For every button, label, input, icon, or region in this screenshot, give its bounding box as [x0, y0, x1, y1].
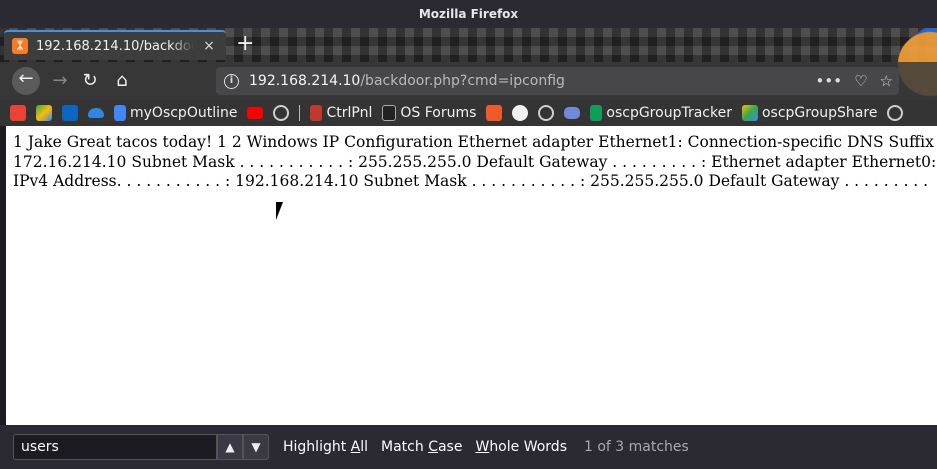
- drive-icon: [741, 105, 758, 121]
- discord-icon: [564, 107, 581, 119]
- bookmark-github[interactable]: [512, 105, 529, 121]
- bookmark-label: CtrlPnl: [326, 105, 373, 121]
- match-case-accesskey: C: [428, 439, 438, 455]
- youtube-icon: [247, 107, 264, 119]
- pocket-icon[interactable]: ♡: [854, 72, 867, 90]
- outlook-icon: [62, 105, 78, 121]
- bookmark-oscpgrouptracker[interactable]: oscpGroupTracker: [590, 105, 732, 121]
- highlight-all-toggle[interactable]: Highlight All: [283, 439, 368, 455]
- bookmark-youtube[interactable]: [247, 107, 264, 119]
- command-output: 1 Jake Great tacos today! 1 2 Windows IP…: [13, 133, 937, 192]
- new-tab-button[interactable]: +: [236, 33, 254, 55]
- url-host: 192.168.214.10: [249, 73, 361, 89]
- window-title: Mozilla Firefox: [418, 7, 519, 21]
- bookmark-label: oscpGroupShare: [761, 105, 878, 121]
- globe-icon: [538, 105, 555, 121]
- bookmark-ctrlpnl[interactable]: CtrlPnl: [310, 105, 372, 121]
- close-icon[interactable]: ×: [202, 38, 216, 54]
- gmail-icon: [10, 105, 26, 121]
- offsec-icon: [382, 105, 397, 121]
- xampp-icon: ᛯ: [12, 38, 28, 54]
- bookmark-label: OS Forums: [400, 105, 477, 121]
- bookmark-globe[interactable]: [538, 105, 555, 121]
- highlight-all-label: Highlight: [283, 439, 351, 455]
- output-line: IPv4 Address. . . . . . . . . . . : 192.…: [13, 172, 929, 190]
- page-actions-icon[interactable]: •••: [816, 72, 843, 90]
- url-bar[interactable]: i 192.168.214.10 /backdoor.php?cmd=ipcon…: [216, 67, 899, 95]
- bookmark-bolt[interactable]: [486, 105, 503, 121]
- bookmark-oscpgroupshare[interactable]: oscpGroupShare: [741, 105, 878, 121]
- drive-icon: [36, 105, 52, 121]
- back-button[interactable]: ←: [12, 67, 40, 95]
- url-path: /backdoor.php?cmd=ipconfig: [360, 73, 565, 89]
- bookmark-star-icon[interactable]: ☆: [880, 72, 893, 90]
- page-content: 1 Jake Great tacos today! 1 2 Windows IP…: [6, 126, 937, 425]
- bookmark-globe[interactable]: [887, 105, 904, 121]
- ctrlpnl-icon: [310, 105, 323, 121]
- bookmark-globe[interactable]: [273, 105, 290, 121]
- bookmark-discord[interactable]: [564, 107, 581, 119]
- bookmark-label: oscpGroupTracker: [606, 105, 732, 121]
- tab-strip: ᛯ 192.168.214.10/backdoor.php?cmd=ipconf…: [0, 28, 937, 148]
- sheets-icon: [590, 105, 603, 121]
- tab-active[interactable]: ᛯ 192.168.214.10/backdoor.php?cmd=ipconf…: [4, 30, 226, 60]
- bookmark-label: myOscpOutline: [130, 105, 238, 121]
- whole-words-label: hole Words: [489, 439, 567, 455]
- output-line: 1 Jake Great tacos today! 1 2 Windows IP…: [13, 133, 937, 151]
- bookmark-os-forums[interactable]: OS Forums: [382, 105, 476, 121]
- output-line: 172.16.214.10 Subnet Mask . . . . . . . …: [13, 152, 937, 171]
- github-icon: [512, 105, 529, 121]
- reload-button[interactable]: ↻: [78, 69, 102, 93]
- mouse-cursor-icon: [276, 202, 290, 220]
- tab-title: 192.168.214.10/backdoor.php?cmd=ipconfig: [36, 38, 194, 54]
- globe-icon: [887, 105, 904, 121]
- find-input[interactable]: [13, 434, 217, 460]
- docs-icon: [114, 105, 126, 121]
- whole-words-toggle[interactable]: Whole Words: [475, 439, 567, 455]
- highlight-all-accesskey: A: [350, 439, 361, 455]
- match-case-label-rest: ase: [437, 439, 463, 455]
- find-bar: ▲ ▼ Highlight All Match Case Whole Words…: [0, 425, 937, 469]
- bookmark-drive[interactable]: [36, 105, 52, 121]
- globe-icon: [273, 105, 290, 121]
- whole-words-accesskey: W: [475, 439, 490, 455]
- bookmarks-toolbar: myOscpOutline CtrlPnl OS Forums oscpGrou…: [0, 100, 937, 126]
- site-info-icon[interactable]: i: [224, 73, 239, 89]
- nav-bar: ← → ↻ ⌂ i 192.168.214.10 /backdoor.php?c…: [0, 62, 937, 100]
- forward-button[interactable]: →: [48, 69, 72, 93]
- bolt-icon: [486, 105, 503, 121]
- find-previous-button[interactable]: ▲: [217, 434, 243, 460]
- find-next-button[interactable]: ▼: [243, 434, 269, 460]
- bookmark-gmail[interactable]: [10, 105, 26, 121]
- match-case-toggle[interactable]: Match Case: [381, 439, 462, 455]
- bookmark-outlook[interactable]: [62, 105, 78, 121]
- highlight-all-label-rest: ll: [360, 439, 369, 455]
- find-status: 1 of 3 matches: [583, 439, 689, 455]
- bookmark-onedrive[interactable]: [88, 108, 104, 118]
- bookmark-separator: [299, 105, 301, 121]
- home-button[interactable]: ⌂: [110, 69, 134, 93]
- window-titlebar: Mozilla Firefox: [0, 0, 937, 28]
- onedrive-icon: [88, 108, 104, 118]
- match-case-label: Match: [381, 439, 429, 455]
- bookmark-myoscpoutline[interactable]: myOscpOutline: [114, 105, 237, 121]
